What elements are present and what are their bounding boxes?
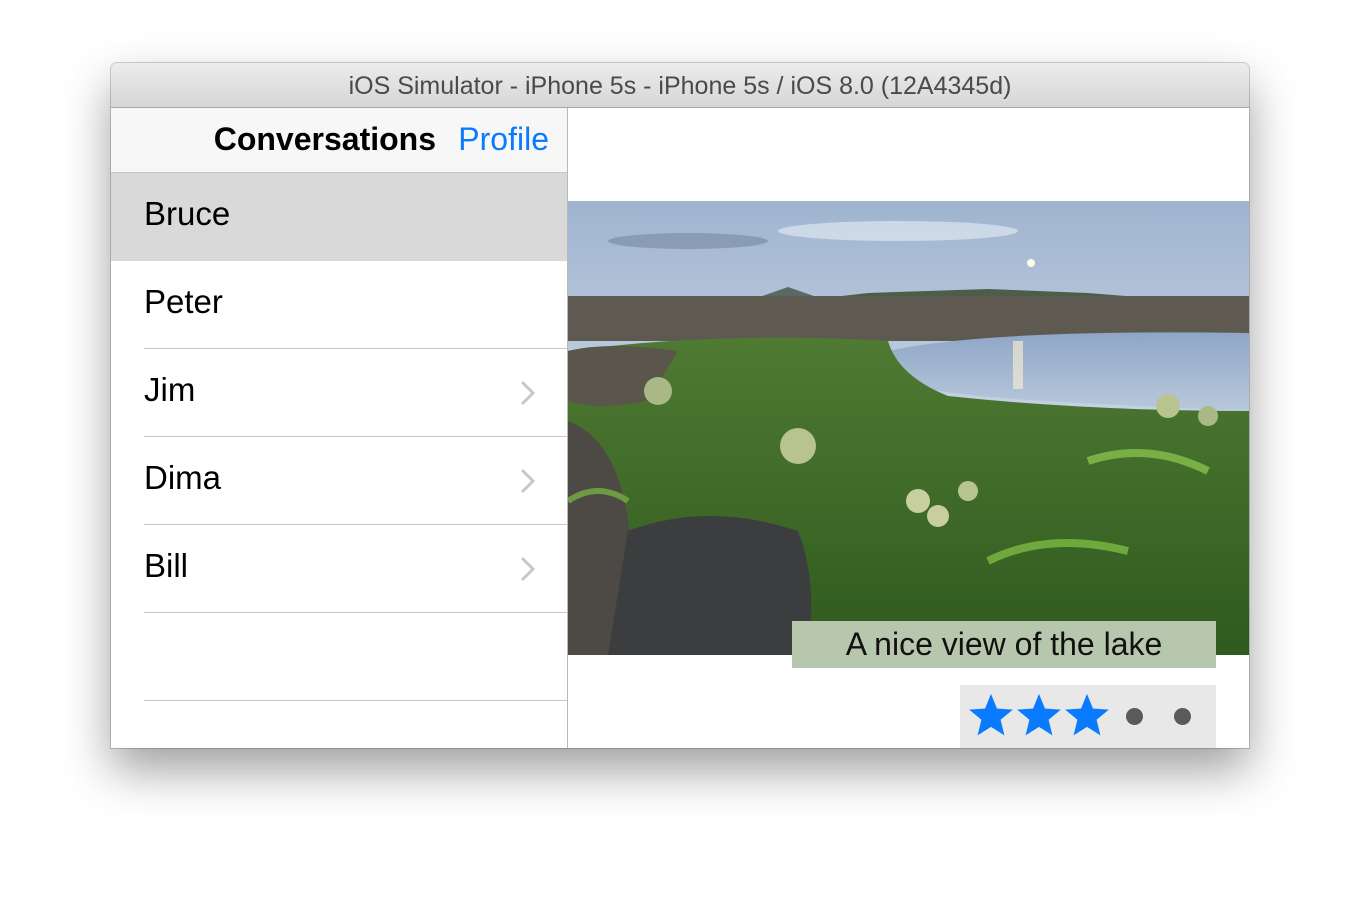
- chevron-right-icon: [520, 380, 536, 406]
- conversation-row-bill[interactable]: Bill: [111, 525, 567, 613]
- empty-row: [111, 613, 567, 701]
- row-label: Jim: [144, 371, 196, 408]
- chevron-right-icon: [520, 468, 536, 494]
- nav-title: Conversations: [213, 121, 436, 157]
- row-label: Bruce: [144, 195, 231, 232]
- lake-landscape-photo: [568, 201, 1249, 655]
- row-label: Bill: [144, 547, 189, 584]
- master-panel: Conversations Profile Bruce Peter Jim Di…: [111, 108, 568, 748]
- simulator-window: iOS Simulator - iPhone 5s - iPhone 5s / …: [111, 63, 1249, 748]
- row-label: Peter: [144, 283, 223, 320]
- navigation-bar: Conversations Profile: [111, 108, 567, 173]
- chevron-right-icon: [520, 556, 536, 582]
- filled-star-icon[interactable]: [968, 692, 1014, 738]
- row-label: Dima: [144, 459, 222, 496]
- empty-rating-dot[interactable]: [1126, 708, 1143, 725]
- star-rating[interactable]: [960, 685, 1216, 748]
- row-separator: [144, 700, 567, 701]
- empty-rating-dot[interactable]: [1174, 708, 1191, 725]
- detail-panel: A nice view of the lake: [568, 108, 1249, 748]
- window-title: iOS Simulator - iPhone 5s - iPhone 5s / …: [111, 63, 1249, 108]
- profile-button[interactable]: Profile: [458, 121, 549, 158]
- conversation-row-bruce[interactable]: Bruce: [111, 173, 567, 261]
- photo-caption: A nice view of the lake: [792, 621, 1216, 668]
- filled-star-icon[interactable]: [1064, 692, 1110, 738]
- conversation-row-jim[interactable]: Jim: [111, 349, 567, 437]
- ipad-screen: Conversations Profile Bruce Peter Jim Di…: [111, 108, 1249, 748]
- conversation-row-dima[interactable]: Dima: [111, 437, 567, 525]
- filled-star-icon[interactable]: [1016, 692, 1062, 738]
- conversation-row-peter[interactable]: Peter: [111, 261, 567, 349]
- conversation-list: Bruce Peter Jim Dima Bill: [111, 173, 567, 701]
